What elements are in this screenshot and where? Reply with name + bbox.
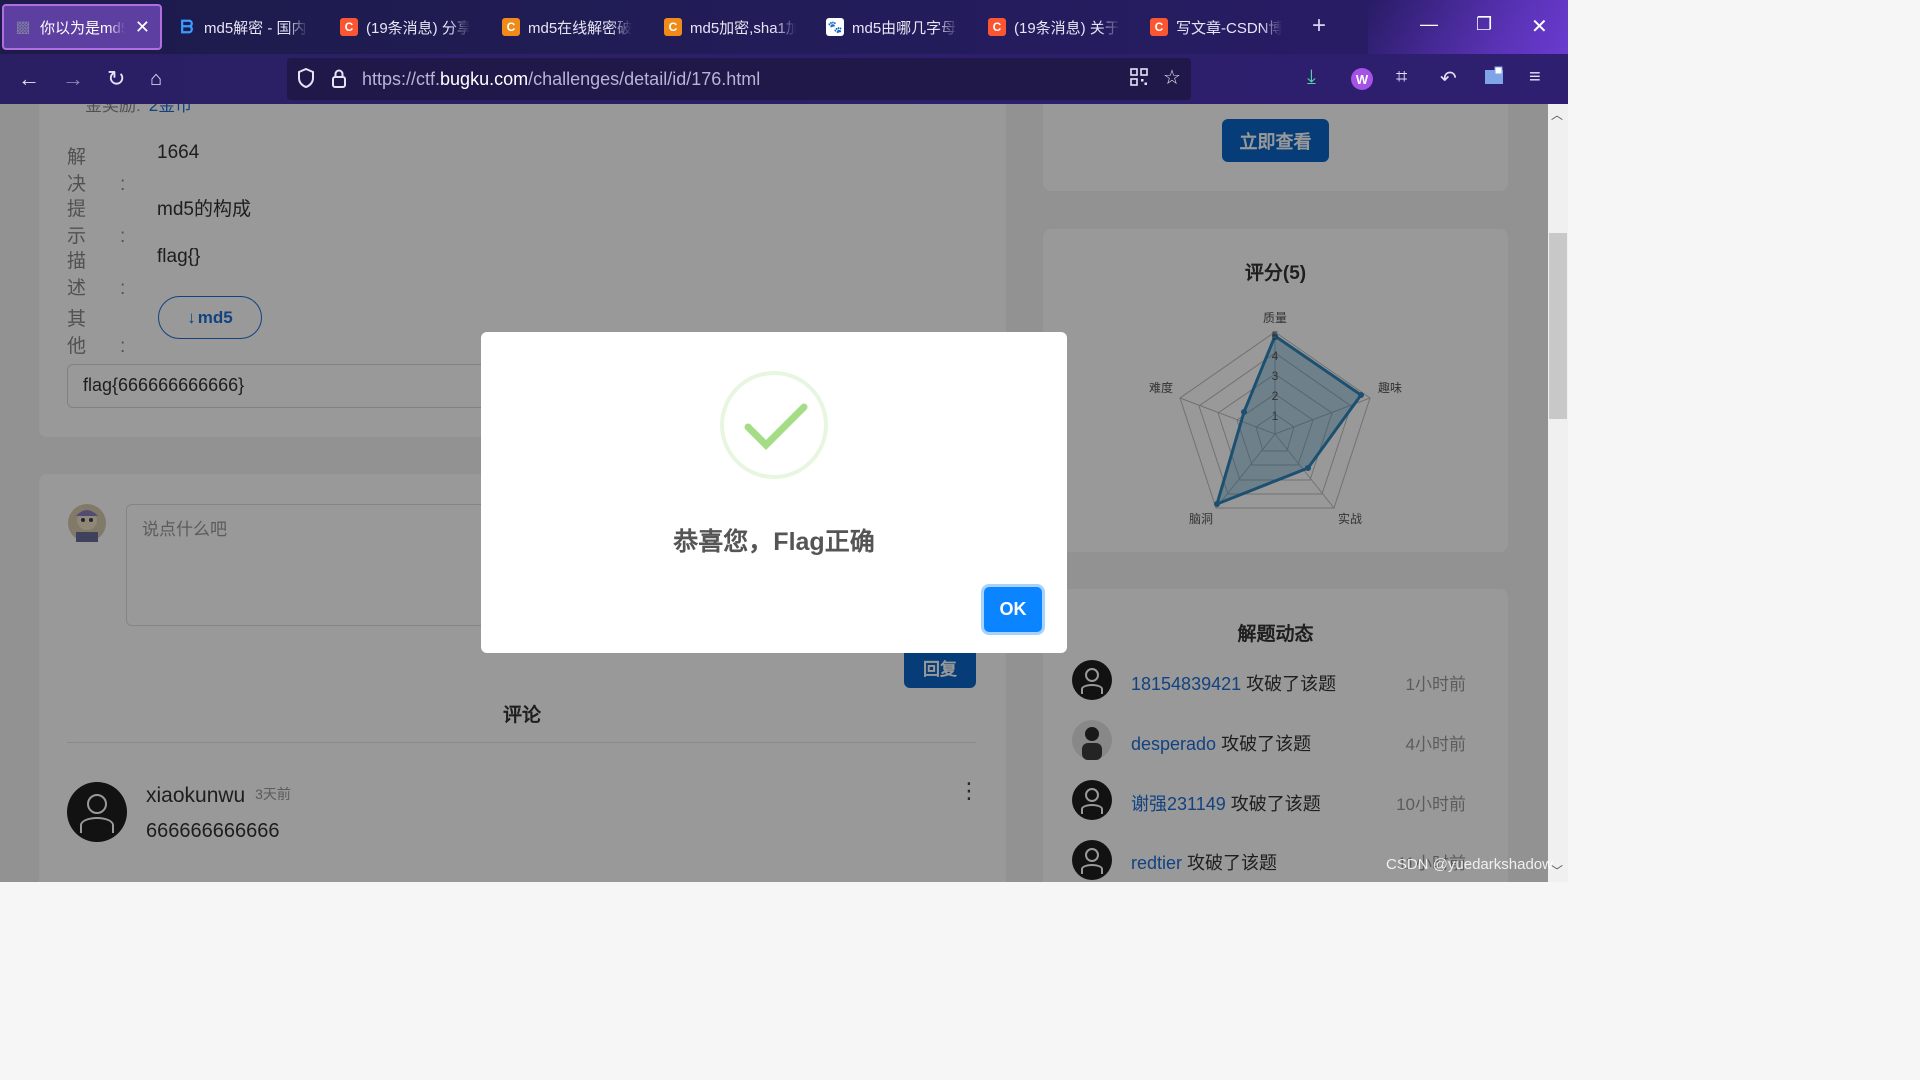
- menu-icon[interactable]: ≡: [1529, 66, 1541, 89]
- tab-6[interactable]: C (19条消息) 关于m: [978, 4, 1130, 50]
- tab-0[interactable]: ▩ 你以为是md5吗 ✕: [2, 4, 162, 50]
- cmd5-icon: C: [502, 18, 520, 36]
- bookmark-star-icon[interactable]: ☆: [1163, 65, 1181, 90]
- tab-label: md5在线解密破解: [528, 19, 632, 37]
- crop-icon[interactable]: ⌗: [1396, 66, 1407, 89]
- back-icon[interactable]: ←: [18, 66, 40, 92]
- url-path: /challenges/detail/id/176.html: [528, 69, 761, 89]
- home-icon[interactable]: ⌂: [150, 66, 162, 92]
- scroll-up-icon[interactable]: ︿: [1551, 106, 1563, 123]
- baidu-icon: 🐾: [826, 18, 844, 36]
- url-text[interactable]: https://ctf.bugku.com/challenges/detail/…: [362, 69, 760, 90]
- forward-icon[interactable]: →: [62, 66, 84, 92]
- tab-2[interactable]: C (19条消息) 分享: [330, 4, 480, 50]
- tab-4[interactable]: C md5加密,sha1加: [654, 4, 806, 50]
- csdn-icon: C: [1150, 18, 1168, 36]
- watermark: CSDN @yuedarkshadow: [1386, 856, 1553, 873]
- tab-label: 你以为是md5吗: [40, 19, 125, 37]
- tab-1[interactable]: ᗷ md5解密 - 国内版: [168, 4, 318, 50]
- tab-3[interactable]: C md5在线解密破解: [492, 4, 642, 50]
- extension-icon[interactable]: [1484, 66, 1504, 92]
- shield-icon[interactable]: [297, 67, 315, 93]
- close-window-icon[interactable]: ✕: [1531, 14, 1548, 39]
- reload-icon[interactable]: ↻: [107, 66, 125, 92]
- scrollbar-thumb[interactable]: [1549, 233, 1567, 419]
- download-icon[interactable]: ⤓: [1307, 66, 1316, 89]
- csdn-icon: C: [988, 18, 1006, 36]
- chat-icon: ▩: [15, 19, 31, 36]
- csdn-icon: C: [340, 18, 358, 36]
- url-domain: bugku.com: [440, 69, 529, 89]
- bing-icon: ᗷ: [180, 16, 194, 37]
- tab-label: md5解密 - 国内版: [204, 19, 308, 37]
- tab-7[interactable]: C 写文章-CSDN博客: [1140, 4, 1292, 50]
- close-icon[interactable]: ✕: [135, 17, 150, 38]
- cmd5-icon: C: [664, 18, 682, 36]
- success-check-icon: [720, 371, 828, 479]
- url-bar[interactable]: https://ctf.bugku.com/challenges/detail/…: [287, 58, 1191, 100]
- minimize-icon[interactable]: —: [1420, 14, 1438, 35]
- tab-label: (19条消息) 分享: [366, 19, 470, 37]
- qr-code-icon[interactable]: [1130, 68, 1148, 91]
- tab-label: md5加密,sha1加: [690, 19, 796, 37]
- tab-5[interactable]: 🐾 md5由哪几字母组: [816, 4, 968, 50]
- dialog-title: 恭喜您，Flag正确: [673, 528, 875, 556]
- tab-bar: ▩ 你以为是md5吗 ✕ ᗷ md5解密 - 国内版 C (19条消息) 分享 …: [0, 0, 1568, 54]
- tab-label: md5由哪几字母组: [852, 19, 958, 37]
- restore-icon[interactable]: ❐: [1476, 14, 1492, 35]
- undo-icon[interactable]: ↶: [1440, 66, 1457, 91]
- new-tab-button[interactable]: +: [1312, 12, 1326, 40]
- success-dialog: 恭喜您，Flag正确 OK: [481, 332, 1067, 653]
- extension-w-icon[interactable]: W: [1351, 68, 1373, 90]
- tab-label: (19条消息) 关于m: [1014, 19, 1120, 37]
- lock-icon[interactable]: [331, 68, 347, 93]
- page-scrollbar[interactable]: [1548, 104, 1568, 882]
- url-prefix: https://ctf.: [362, 69, 441, 89]
- nav-bar: ← → ↻ ⌂ https://ctf.bugku.com/challenges…: [0, 54, 1568, 104]
- ok-button[interactable]: OK: [984, 587, 1042, 632]
- tab-label: 写文章-CSDN博客: [1176, 19, 1282, 37]
